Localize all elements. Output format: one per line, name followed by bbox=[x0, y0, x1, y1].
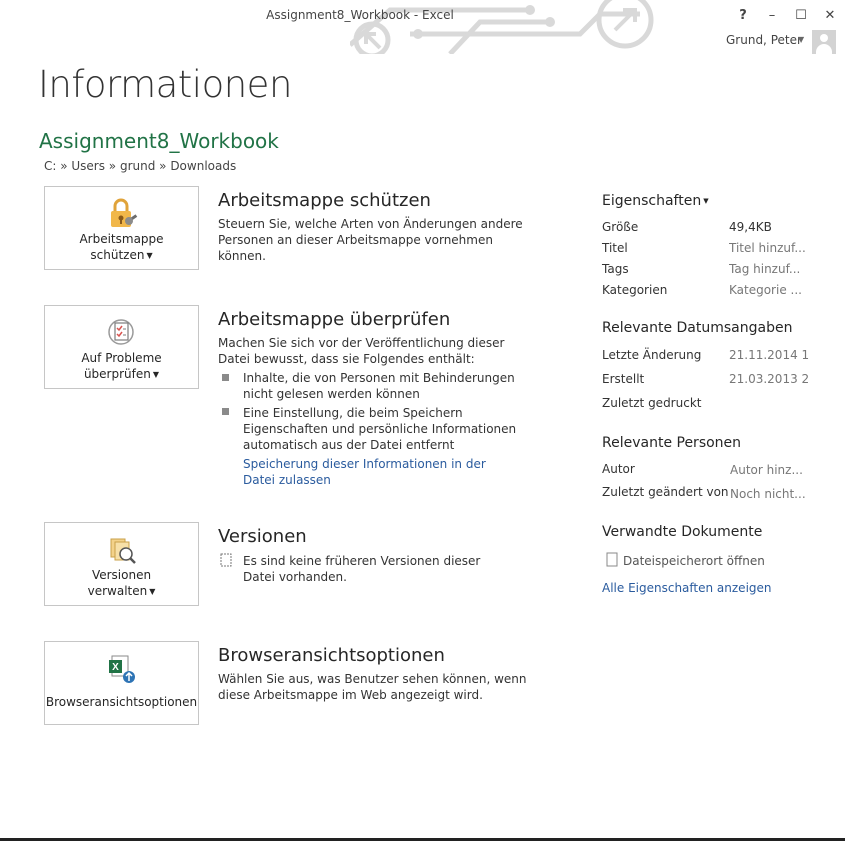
avatar-head-icon bbox=[820, 34, 828, 42]
versions-label-line1: Versionen bbox=[91, 568, 152, 582]
lock-key-icon bbox=[111, 198, 138, 227]
check-issues-label: Auf Probleme überprüfen ▼ bbox=[45, 350, 198, 383]
protect-workbook-button[interactable]: Arbeitsmappe schützen ▼ bbox=[44, 186, 199, 270]
date-label: Letzte Änderung bbox=[602, 348, 702, 362]
document-icon bbox=[606, 552, 618, 567]
inspect-label-line1: Auf Probleme bbox=[81, 351, 162, 365]
user-name[interactable]: Grund, Peter bbox=[726, 33, 802, 47]
inspect-bullet-1: Inhalte, die von Personen mit Behinderun… bbox=[243, 371, 515, 401]
chevron-down-icon: ▼ bbox=[152, 369, 160, 379]
bullet-marker bbox=[222, 374, 229, 381]
property-label: Tags bbox=[602, 262, 629, 276]
close-button[interactable]: ✕ bbox=[819, 6, 841, 26]
categories-field[interactable]: Kategorie ... bbox=[729, 283, 809, 297]
allow-save-info-link[interactable]: Speicherung dieser Informationen in der … bbox=[243, 456, 503, 488]
versions-icon bbox=[110, 538, 136, 564]
help-button[interactable]: ? bbox=[732, 6, 754, 26]
avatar[interactable] bbox=[812, 30, 836, 54]
browser-section-text: Wählen Sie aus, was Benutzer sehen könne… bbox=[218, 672, 527, 702]
property-label: Kategorien bbox=[602, 283, 668, 297]
tags-field[interactable]: Tag hinzuf... bbox=[729, 262, 809, 276]
chevron-down-icon: ▼ bbox=[703, 197, 709, 205]
properties-heading[interactable]: Eigenschaften ▼ bbox=[602, 193, 709, 209]
person-label: Autor bbox=[602, 462, 635, 476]
inspect-label-line2: überprüfen bbox=[83, 367, 151, 381]
inspect-document-icon bbox=[108, 319, 134, 345]
minimize-button[interactable]: – bbox=[761, 6, 783, 26]
property-label: Titel bbox=[602, 241, 628, 255]
dates-heading: Relevante Datumsangaben bbox=[602, 320, 793, 336]
title-bar: Assignment8_Workbook - Excel ? – ☐ ✕ bbox=[0, 0, 845, 54]
protect-label-line1: Arbeitsmappe bbox=[79, 232, 164, 246]
date-label: Zuletzt gedruckt bbox=[602, 396, 702, 410]
manage-versions-label: Versionen verwalten ▼ bbox=[45, 567, 198, 600]
bullet-marker bbox=[222, 408, 229, 415]
browser-view-options-label: Browseransichtsoptionen bbox=[45, 695, 198, 709]
date-value: 21.11.2014 1... bbox=[729, 348, 809, 362]
inspect-section-title: Arbeitsmappe überprüfen bbox=[218, 309, 451, 330]
properties-heading-label: Eigenschaften bbox=[602, 193, 702, 209]
check-issues-button[interactable]: Auf Probleme überprüfen ▼ bbox=[44, 305, 199, 389]
versions-label-line2: verwalten bbox=[87, 584, 148, 598]
document-icon bbox=[220, 553, 232, 567]
related-docs-heading: Verwandte Dokumente bbox=[602, 524, 763, 540]
manage-versions-button[interactable]: Versionen verwalten ▼ bbox=[44, 522, 199, 606]
person-label: Zuletzt geändert von bbox=[602, 485, 729, 499]
date-value: 21.03.2013 2... bbox=[729, 372, 809, 386]
browser-section-title: Browseransichtsoptionen bbox=[218, 645, 445, 666]
last-modified-by-value: Noch nicht... bbox=[730, 487, 806, 501]
inspect-section-text: Machen Sie sich vor der Veröffentlichung… bbox=[218, 336, 505, 366]
avatar-body-icon bbox=[816, 44, 832, 54]
protect-workbook-label: Arbeitsmappe schützen ▼ bbox=[45, 231, 198, 264]
protect-label-line2: schützen bbox=[90, 248, 145, 262]
people-heading: Relevante Personen bbox=[602, 435, 742, 451]
breadcrumb[interactable]: C: » Users » grund » Downloads bbox=[44, 159, 236, 173]
chevron-down-icon: ▼ bbox=[149, 586, 156, 596]
maximize-button[interactable]: ☐ bbox=[790, 6, 812, 26]
protect-section-text: Steuern Sie, welche Arten von Änderungen… bbox=[218, 217, 523, 263]
versions-section-text: Es sind keine früheren Versionen dieser … bbox=[243, 554, 481, 584]
document-name: Assignment8_Workbook bbox=[39, 129, 279, 153]
versions-section-title: Versionen bbox=[218, 526, 307, 547]
excel-web-icon: X bbox=[109, 655, 135, 683]
author-field[interactable]: Autor hinz... bbox=[730, 463, 810, 477]
chevron-down-icon[interactable]: ▼ bbox=[798, 35, 804, 44]
inspect-bullet-2: Eine Einstellung, die beim Speichern Eig… bbox=[243, 406, 517, 452]
show-all-properties-link[interactable]: Alle Eigenschaften anzeigen bbox=[602, 581, 772, 595]
property-value: 49,4KB bbox=[729, 220, 772, 234]
open-file-location-link[interactable]: Dateispeicherort öffnen bbox=[623, 554, 765, 568]
page-title: Informationen bbox=[38, 63, 292, 106]
svg-text:X: X bbox=[112, 662, 119, 673]
chevron-down-icon: ▼ bbox=[146, 250, 153, 260]
title-field[interactable]: Titel hinzuf... bbox=[729, 241, 809, 255]
date-label: Erstellt bbox=[602, 372, 645, 386]
protect-section-title: Arbeitsmappe schützen bbox=[218, 190, 431, 211]
browser-view-options-button[interactable]: X Browseransichtsoptionen bbox=[44, 641, 199, 725]
property-label: Größe bbox=[602, 220, 639, 234]
window-title: Assignment8_Workbook - Excel bbox=[266, 8, 454, 22]
